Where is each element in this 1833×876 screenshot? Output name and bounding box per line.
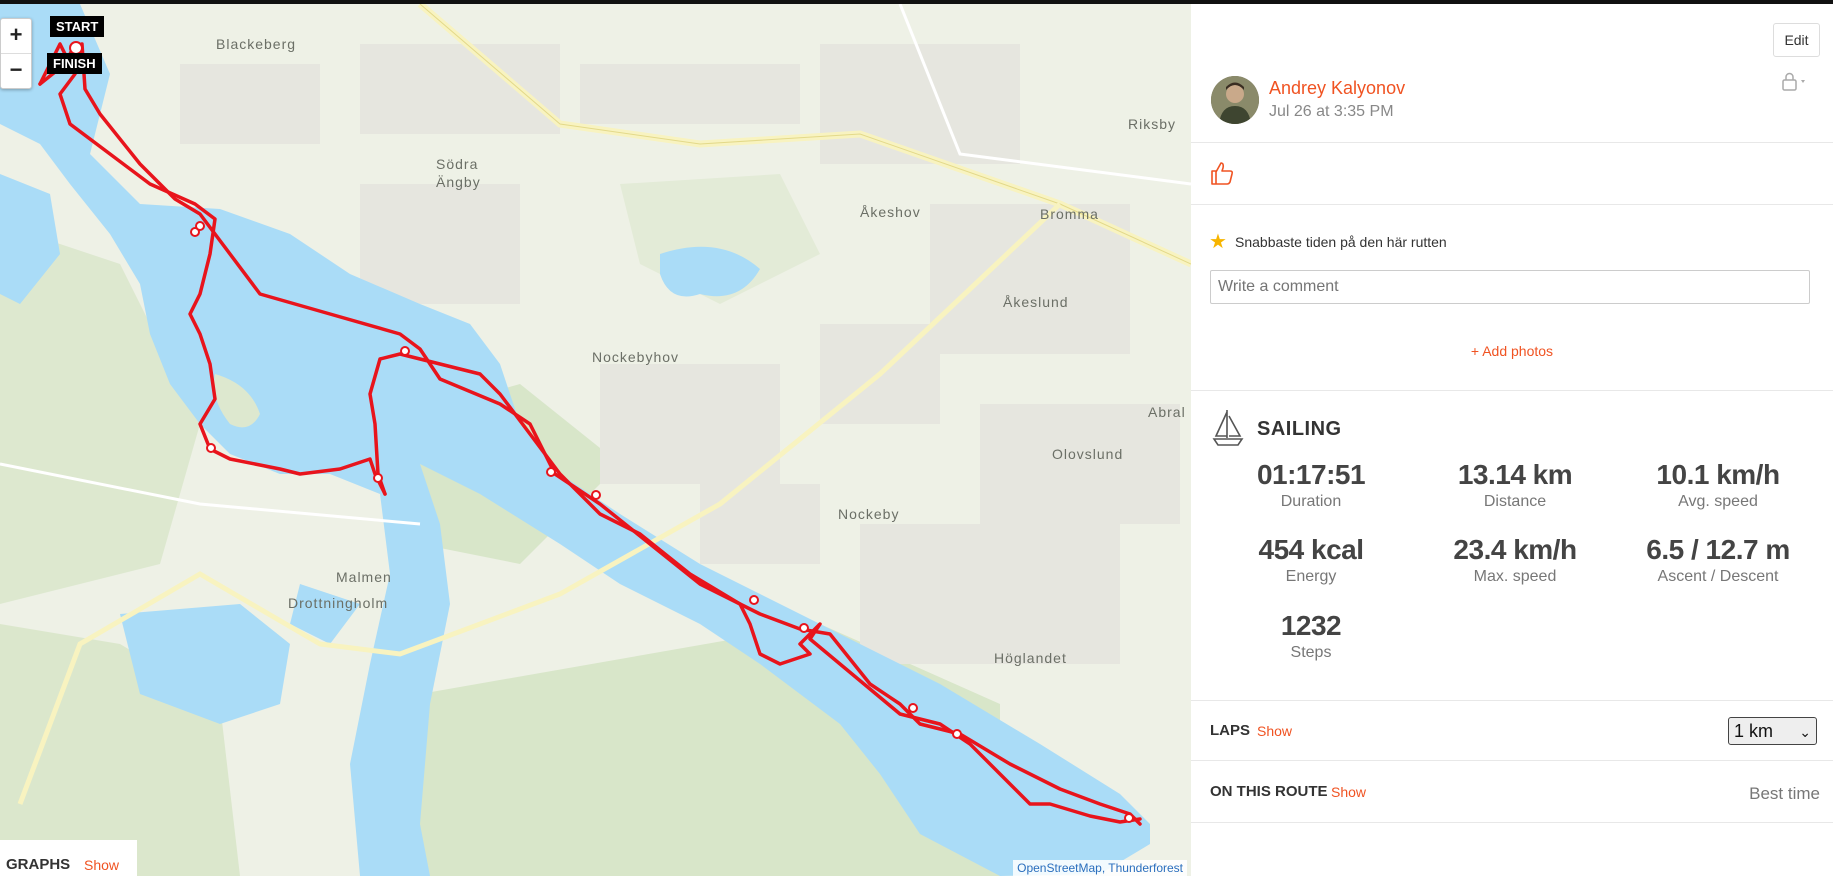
stat-ascent-descent: 6.5 / 12.7 m Ascent / Descent [1618,534,1818,586]
place-label: Malmen [336,569,392,585]
stat-value: 01:17:51 [1256,459,1366,490]
activity-date: Jul 26 at 3:35 PM [1269,103,1394,120]
place-label: Södra [436,156,479,172]
laps-title: LAPS [1210,722,1251,739]
place-label: Bromma [1040,206,1099,222]
lock-icon [1782,72,1805,91]
place-label: Nockeby [838,506,900,522]
lap-distance-value: 1 km [1734,721,1774,741]
add-photos-link[interactable]: + Add photos [1191,343,1833,359]
divider [1191,760,1833,761]
place-label: Höglandet [994,650,1067,666]
stat-avg-speed: 10.1 km/h Avg. speed [1618,459,1818,511]
stat-label: Energy [1285,568,1337,585]
sport-title: SAILING [1257,418,1342,440]
divider [1191,142,1833,143]
map-canvas [0,4,1191,876]
stat-label: Max. speed [1473,568,1557,585]
start-flag: START [50,16,105,37]
stat-label: Duration [1280,493,1342,510]
finish-flag: FINISH [47,53,102,74]
avatar[interactable] [1211,76,1259,124]
route-show-link[interactable]: Show [1331,784,1366,800]
achievement-text: Snabbaste tiden på den här rutten [1235,234,1447,250]
stat-max-speed: 23.4 km/h Max. speed [1415,534,1615,586]
sailing-icon [1211,408,1245,453]
place-label: Abral [1148,404,1186,420]
stat-value: 6.5 / 12.7 m [1646,534,1790,565]
star-icon: ★ [1209,231,1227,253]
place-label: Olovslund [1052,446,1124,462]
privacy-dropdown[interactable] [1781,72,1809,97]
laps-show-link[interactable]: Show [1257,723,1292,739]
place-label: Åkeshov [860,204,921,220]
map-attribution[interactable]: OpenStreetMap, Thunderforest [1013,860,1187,876]
place-label: Riksby [1128,116,1177,132]
stat-value: 23.4 km/h [1453,534,1577,565]
stat-label: Steps [1290,644,1332,661]
zoom-in-button[interactable]: + [1,19,31,53]
place-label: Ängby [436,174,481,190]
stat-label: Avg. speed [1678,493,1758,510]
graphs-show-link[interactable]: Show [84,857,119,873]
thumbs-up-icon [1211,162,1234,185]
divider [1191,700,1833,701]
place-label: Blackeberg [216,36,297,52]
stat-value: 1232 [1280,610,1342,641]
lap-distance-select[interactable]: 1 km ⌄ [1728,717,1817,745]
edit-button[interactable]: Edit [1773,23,1820,57]
graphs-bar: GRAPHS Show [0,840,137,876]
place-label: Nockebyhov [592,349,680,365]
place-label: Åkeslund [1003,294,1069,310]
user-name-link[interactable]: Andrey Kalyonov [1269,78,1405,99]
place-label: Drottningholm [288,595,389,611]
stat-duration: 01:17:51 Duration [1211,459,1411,511]
comment-input[interactable] [1210,270,1810,304]
route-title: ON THIS ROUTE [1210,783,1328,800]
stat-value: 10.1 km/h [1656,459,1780,490]
divider [1191,390,1833,391]
stat-distance: 13.14 km Distance [1415,459,1615,511]
like-button[interactable] [1209,160,1235,191]
stat-steps: 1232 Steps [1211,610,1411,662]
graphs-title: GRAPHS [6,856,71,873]
divider [1191,204,1833,205]
activity-panel: Edit Andrey Kalyonov Jul 26 at 3:35 PM ★… [1191,4,1833,876]
stat-value: 454 kcal [1258,534,1365,565]
chevron-down-icon: ⌄ [1799,724,1811,740]
best-time-label: Best time [1749,784,1820,803]
stat-label: Ascent / Descent [1657,568,1779,585]
divider [1191,822,1833,823]
stat-energy: 454 kcal Energy [1211,534,1411,586]
stat-label: Distance [1483,493,1547,510]
zoom-out-button[interactable]: − [1,53,31,88]
zoom-control: + − [0,18,32,89]
stat-value: 13.14 km [1457,459,1573,490]
route-map[interactable]: Blackeberg Södra Ängby Åkeshov Bromma Ri… [0,4,1191,876]
